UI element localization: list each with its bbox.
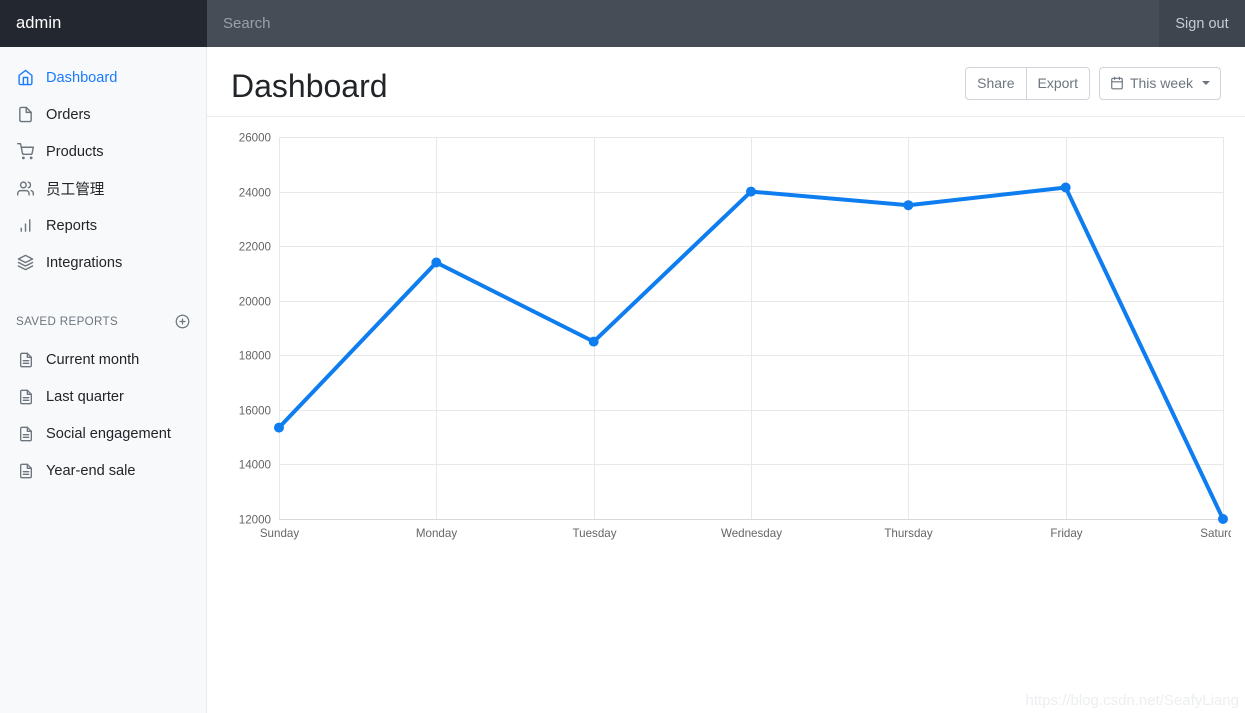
saved-report-label: Social engagement xyxy=(46,425,171,442)
saved-report-current-month[interactable]: Current month xyxy=(0,341,206,378)
saved-reports-title: SAVED REPORTS xyxy=(16,314,119,328)
chart-data-point[interactable] xyxy=(1060,182,1071,193)
sidebar-item-label: Orders xyxy=(46,106,91,123)
x-axis-tick-label: Thursday xyxy=(884,527,933,540)
users-icon xyxy=(16,179,35,198)
y-axis-tick-label: 12000 xyxy=(239,514,271,527)
chart-data-point[interactable] xyxy=(1218,514,1228,525)
chart-data-point[interactable] xyxy=(903,200,914,211)
sign-out-button[interactable]: Sign out xyxy=(1159,0,1245,47)
x-axis-tick-label: Friday xyxy=(1050,527,1082,540)
sidebar-item-employee-management[interactable]: 员工管理 xyxy=(0,170,206,207)
file-text-icon xyxy=(16,424,35,443)
saved-reports-header: SAVED REPORTS xyxy=(0,307,206,335)
saved-report-label: Year-end sale xyxy=(46,462,136,479)
saved-report-last-quarter[interactable]: Last quarter xyxy=(0,378,206,415)
x-axis-tick-label: Saturday xyxy=(1200,527,1231,540)
saved-report-social-engagement[interactable]: Social engagement xyxy=(0,415,206,452)
sidebar-item-orders[interactable]: Orders xyxy=(0,96,206,133)
sidebar-item-label: Reports xyxy=(46,217,98,234)
x-axis-tick-label: Wednesday xyxy=(721,527,782,540)
layers-icon xyxy=(16,253,35,272)
share-button[interactable]: Share xyxy=(965,67,1027,101)
chart-data-point[interactable] xyxy=(274,422,284,433)
search-container xyxy=(207,0,1159,47)
share-export-group: Share Export xyxy=(965,67,1090,101)
sidebar-item-label: 员工管理 xyxy=(46,182,105,198)
x-axis-tick-label: Tuesday xyxy=(572,527,616,540)
sidebar: Dashboard Orders Products 员工管理 Reports I… xyxy=(0,47,207,713)
top-navbar: admin Sign out xyxy=(0,0,1245,47)
saved-report-label: Last quarter xyxy=(46,388,124,405)
y-axis-tick-label: 14000 xyxy=(239,459,271,472)
y-axis-tick-label: 22000 xyxy=(239,241,271,254)
saved-report-year-end-sale[interactable]: Year-end sale xyxy=(0,452,206,489)
y-axis-tick-label: 20000 xyxy=(239,296,271,309)
chart-container: 12000 14000 16000 18000 20000 22000 24000 26000… xyxy=(207,117,1245,549)
main-content: Dashboard Share Export This week 12000 1… xyxy=(207,47,1245,713)
home-icon xyxy=(16,68,35,87)
brand-logo[interactable]: admin xyxy=(0,0,207,47)
y-axis-tick-label: 26000 xyxy=(239,132,271,145)
sidebar-item-label: Integrations xyxy=(46,254,123,271)
saved-report-label: Current month xyxy=(46,351,140,368)
page-header: Dashboard Share Export This week xyxy=(207,47,1245,118)
sidebar-item-dashboard[interactable]: Dashboard xyxy=(0,59,206,96)
file-icon xyxy=(16,105,35,124)
y-axis-tick-label: 24000 xyxy=(239,187,271,200)
file-text-icon xyxy=(16,387,35,406)
export-button[interactable]: Export xyxy=(1026,67,1090,101)
sidebar-item-label: Dashboard xyxy=(46,69,118,86)
sidebar-item-products[interactable]: Products xyxy=(0,133,206,170)
y-axis-tick-label: 18000 xyxy=(239,350,271,363)
sidebar-item-label: Products xyxy=(46,143,104,160)
shopping-cart-icon xyxy=(16,142,35,161)
calendar-icon xyxy=(1110,76,1124,90)
weekly-line-chart[interactable]: 12000 14000 16000 18000 20000 22000 24000 26000… xyxy=(231,129,1231,549)
date-range-label: This week xyxy=(1129,75,1193,92)
date-range-dropdown[interactable]: This week xyxy=(1098,67,1221,101)
file-text-icon xyxy=(16,350,35,369)
chevron-down-icon xyxy=(1202,81,1210,86)
x-axis-tick-label: Monday xyxy=(416,527,457,540)
x-axis-tick-label: Sunday xyxy=(260,527,300,540)
chart-data-point[interactable] xyxy=(746,186,756,197)
page-title: Dashboard xyxy=(231,68,388,104)
y-axis-tick-label: 16000 xyxy=(239,405,271,418)
bar-chart-icon xyxy=(16,216,35,235)
file-text-icon xyxy=(16,461,35,480)
watermark-text: https://blog.csdn.net/SeafyLiang xyxy=(1025,692,1239,709)
chart-data-point[interactable] xyxy=(431,257,442,268)
chart-data-point[interactable] xyxy=(588,337,599,348)
sidebar-item-reports[interactable]: Reports xyxy=(0,207,206,244)
sidebar-item-integrations[interactable]: Integrations xyxy=(0,244,206,281)
page-toolbar: Share Export This week xyxy=(965,67,1221,105)
search-input[interactable] xyxy=(207,0,1159,47)
plus-circle-icon[interactable] xyxy=(174,313,190,329)
